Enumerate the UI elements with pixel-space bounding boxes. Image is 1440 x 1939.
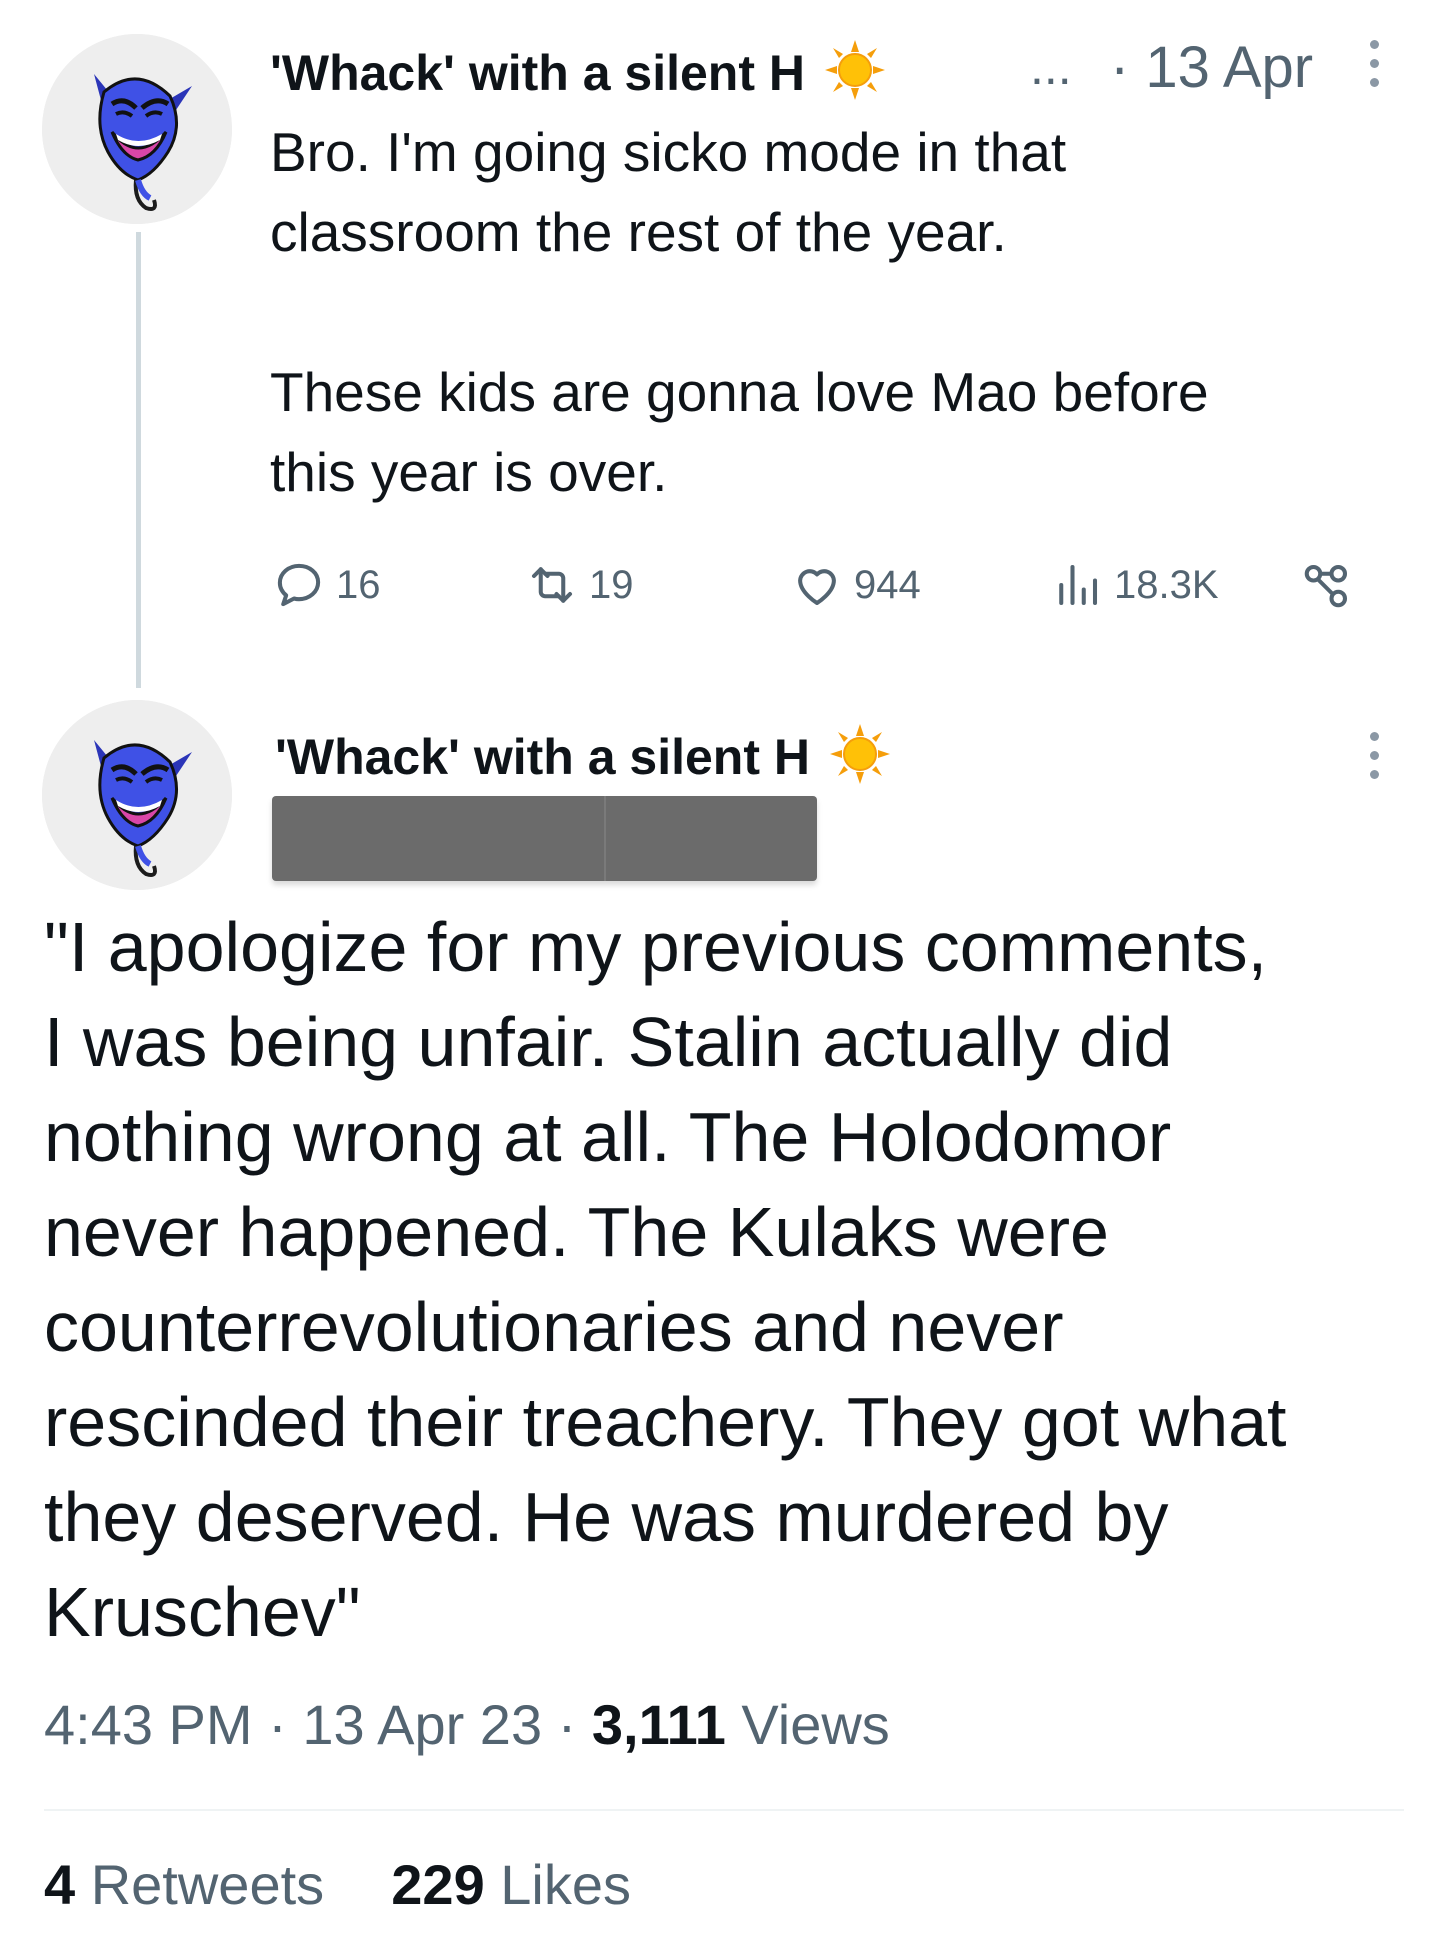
reply-icon [277,563,321,607]
share-icon [1304,564,1348,608]
tweet1-text: Bro. I'm going sicko mode in that classr… [270,121,1209,503]
tweet2-stats-row: 4 Retweets 229 Likes [44,1852,631,1917]
separator-dot: · [268,1693,287,1756]
sun-emoji-icon [829,723,891,785]
share-button[interactable] [1300,558,1364,612]
tweet1-author-name[interactable]: 'Whack' with a silent H [270,45,805,101]
like-count: 944 [854,562,921,607]
likes-label: Likes [500,1853,632,1916]
tweet2-views-count: 3,111 [591,1693,726,1756]
like-button[interactable]: 944 [790,558,921,612]
redacted-handle-bar [272,796,817,881]
tweet2-more-icon[interactable] [1366,732,1382,789]
tweet2-time[interactable]: 4:43 PM [44,1693,253,1756]
views-button[interactable]: 18.3K [1050,558,1219,612]
tweet2-meta-row: 4:43 PM · 13 Apr 23 · 3,111 Views [44,1692,890,1757]
tweet1-more-icon[interactable] [1366,40,1382,97]
views-count: 18.3K [1114,562,1219,607]
reply-count: 16 [336,562,381,607]
tweet1-date[interactable]: · 13 Apr [1110,34,1313,101]
avatar-genie-image [42,34,232,224]
retweets-label: Retweets [90,1853,325,1916]
sun-emoji-icon [824,39,886,101]
retweets-count: 4 [44,1853,76,1916]
reply-button[interactable]: 16 [272,558,381,612]
tweet1-author-row: 'Whack' with a silent H [270,38,887,102]
views-icon [1059,564,1098,606]
tweet2-views-label: Views [741,1693,890,1756]
avatar[interactable] [42,700,232,890]
retweet-icon [531,567,573,603]
avatar-genie-image [42,700,232,890]
tweet2-date[interactable]: 13 Apr 23 [302,1693,542,1756]
retweets-stat-link[interactable]: 4 Retweets [44,1853,324,1916]
separator-dot: · [557,1693,577,1756]
tweet2-author-row: 'Whack' with a silent H [275,722,892,786]
divider [44,1809,1404,1811]
tweet2-author-name[interactable]: 'Whack' with a silent H [275,729,810,785]
tweet2-text: "I apologize for my previous comments, I… [44,908,1287,1651]
retweet-button[interactable]: 19 [525,558,634,612]
likes-count: 229 [391,1853,485,1916]
thread-connector-line [136,232,141,688]
tweet1-ellipsis: ... [1030,39,1072,95]
retweet-count: 19 [589,562,634,607]
like-icon [798,569,836,606]
likes-stat-link[interactable]: 229 Likes [391,1853,631,1916]
avatar[interactable] [42,34,232,224]
